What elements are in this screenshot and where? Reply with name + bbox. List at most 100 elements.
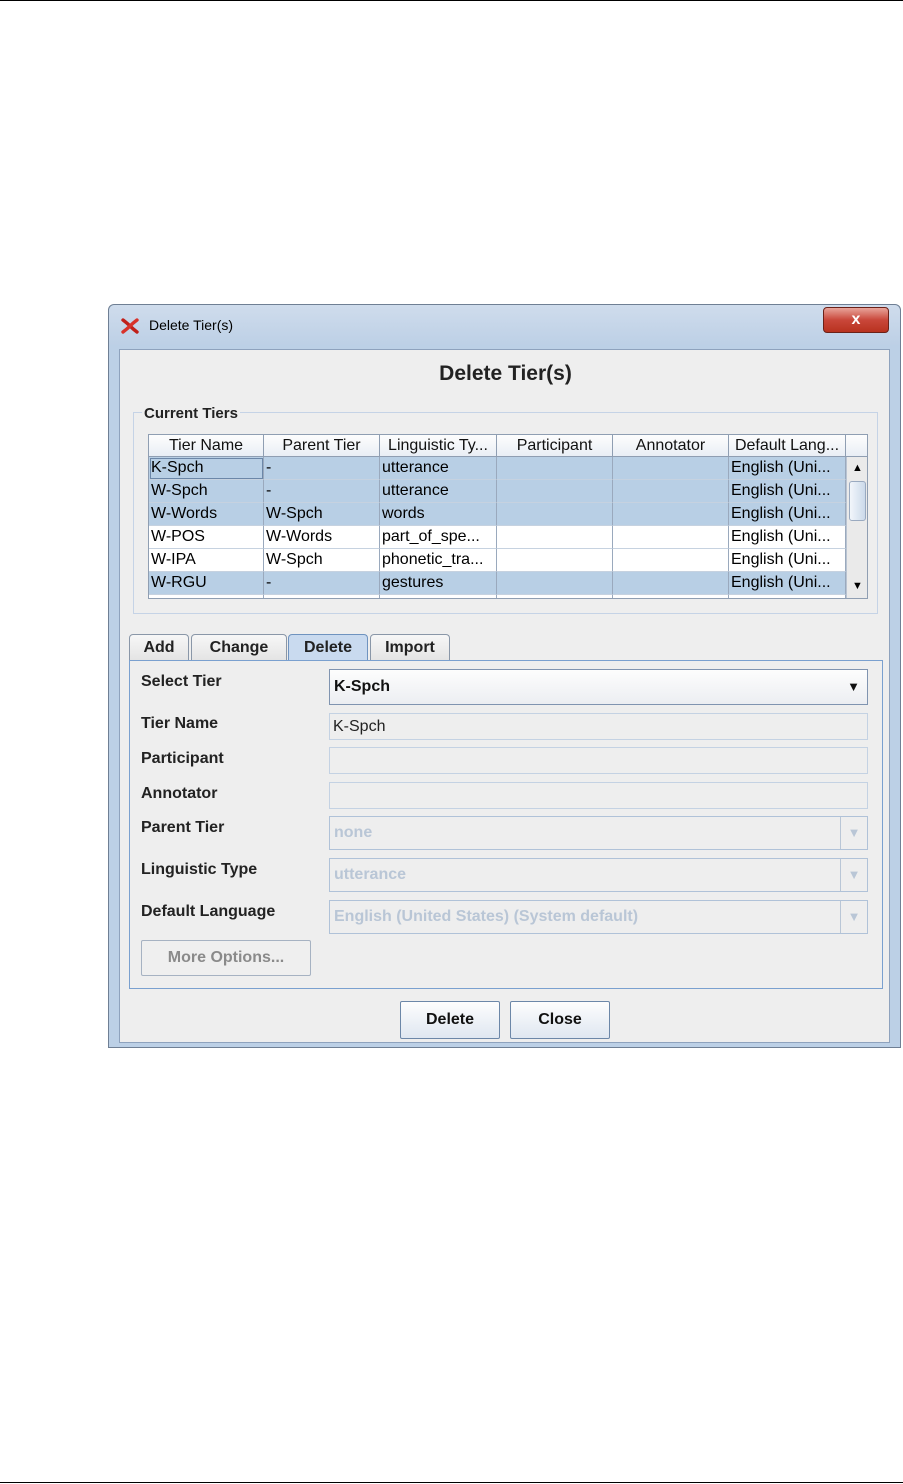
tab-delete[interactable]: Delete [288, 634, 368, 661]
scroll-up-icon[interactable]: ▲ [850, 461, 865, 476]
cell-parent-tier[interactable]: - [264, 457, 380, 480]
parent-tier-dropdown: none ▼ [329, 816, 868, 850]
cell-linguistic-type[interactable]: utterance [380, 480, 497, 503]
table-row[interactable]: W-RGphW-RGUgesture_phase English (Uni... [149, 595, 846, 598]
cell-linguistic-type[interactable]: gesture_phase [380, 595, 497, 598]
linguistic-type-value: utterance [334, 866, 407, 883]
default-language-dropdown: English (United States) (System default)… [329, 900, 868, 934]
cell-participant[interactable] [497, 549, 613, 572]
cell-annotator[interactable] [613, 595, 729, 598]
cell-parent-tier[interactable]: W-Spch [264, 503, 380, 526]
select-tier-value: K-Spch [334, 678, 390, 695]
annotator-label: Annotator [141, 785, 218, 802]
chevron-down-icon: ▼ [840, 817, 867, 849]
cell-tier-name[interactable]: W-Words [149, 503, 264, 526]
table-row[interactable]: W-RGU - gestures English (Uni... [149, 572, 846, 595]
close-button[interactable]: Close [510, 1001, 610, 1039]
tiers-table[interactable]: Tier Name Parent Tier Linguistic Ty... P… [148, 434, 868, 599]
cell-default-language[interactable]: English (Uni... [729, 526, 846, 549]
delete-button[interactable]: Delete [400, 1001, 500, 1039]
default-language-label: Default Language [141, 903, 276, 920]
scroll-down-icon[interactable]: ▼ [850, 579, 865, 594]
cell-participant[interactable] [497, 595, 613, 598]
chevron-down-icon[interactable]: ▼ [840, 670, 867, 704]
cell-participant[interactable] [497, 457, 613, 480]
participant-field [329, 747, 868, 774]
linguistic-type-dropdown: utterance ▼ [329, 858, 868, 892]
table-row[interactable]: K-Spch - utterance English (Uni... [149, 457, 846, 480]
tab-add[interactable]: Add [129, 634, 189, 660]
cell-parent-tier[interactable]: W-Spch [264, 549, 380, 572]
table-row[interactable]: W-Words W-Spch words English (Uni... [149, 503, 846, 526]
table-vertical-scrollbar[interactable]: ▲ ▼ [846, 457, 867, 598]
window-titlebar[interactable]: Delete Tier(s) x [109, 305, 900, 345]
column-header-tier-name[interactable]: Tier Name [149, 435, 264, 457]
cell-annotator[interactable] [613, 480, 729, 503]
column-header-linguistic-type[interactable]: Linguistic Ty... [380, 435, 497, 457]
column-header-participant[interactable]: Participant [497, 435, 613, 457]
cell-linguistic-type[interactable]: gestures [380, 572, 497, 595]
cell-annotator[interactable] [613, 457, 729, 480]
cell-parent-tier[interactable]: W-Words [264, 526, 380, 549]
cell-tier-name[interactable]: W-IPA [149, 549, 264, 572]
cell-tier-name[interactable]: W-POS [149, 526, 264, 549]
cell-annotator[interactable] [613, 503, 729, 526]
cell-tier-name[interactable]: K-Spch [149, 457, 264, 480]
tab-import[interactable]: Import [370, 634, 450, 660]
column-header-annotator[interactable]: Annotator [613, 435, 729, 457]
select-tier-dropdown[interactable]: K-Spch ▼ [329, 669, 868, 705]
cell-tier-name[interactable]: W-RGU [149, 572, 264, 595]
window-title: Delete Tier(s) [149, 317, 234, 333]
column-header-parent-tier[interactable]: Parent Tier [264, 435, 380, 457]
cell-default-language[interactable]: English (Uni... [729, 480, 846, 503]
close-icon[interactable]: x [823, 307, 889, 333]
tier-name-field: K-Spch [329, 713, 868, 740]
cell-default-language[interactable]: English (Uni... [729, 595, 846, 598]
cell-parent-tier[interactable]: - [264, 480, 380, 503]
column-header-default-language[interactable]: Default Lang... [729, 435, 846, 457]
tier-name-label: Tier Name [141, 715, 219, 732]
delete-tiers-window: Delete Tier(s) x Delete Tier(s) Current … [108, 304, 901, 1048]
parent-tier-value: none [334, 824, 373, 841]
table-row[interactable]: W-Spch - utterance English (Uni... [149, 480, 846, 503]
cell-linguistic-type[interactable]: part_of_spe... [380, 526, 497, 549]
column-header-corner [846, 435, 867, 457]
cell-annotator[interactable] [613, 526, 729, 549]
cell-tier-name[interactable]: W-Spch [149, 480, 264, 503]
cell-default-language[interactable]: English (Uni... [729, 457, 846, 480]
cell-linguistic-type[interactable]: words [380, 503, 497, 526]
cell-tier-name[interactable]: W-RGph [149, 595, 264, 598]
select-tier-label: Select Tier [141, 673, 222, 690]
cell-linguistic-type[interactable]: utterance [380, 457, 497, 480]
chevron-down-icon: ▼ [840, 901, 867, 933]
delete-tab-panel: Select Tier K-Spch ▼ Tier Name K-Spch Pa… [129, 660, 883, 989]
cell-participant[interactable] [497, 480, 613, 503]
cell-participant[interactable] [497, 526, 613, 549]
dialog-heading: Delete Tier(s) [439, 362, 572, 385]
current-tiers-legend: Current Tiers [142, 405, 240, 422]
scroll-thumb[interactable] [849, 481, 866, 521]
participant-label: Participant [141, 750, 224, 767]
cell-participant[interactable] [497, 503, 613, 526]
default-language-value: English (United States) (System default) [334, 908, 639, 925]
cell-parent-tier[interactable]: - [264, 572, 380, 595]
elan-app-icon [121, 317, 139, 335]
cell-annotator[interactable] [613, 549, 729, 572]
table-row[interactable]: W-IPA W-Spch phonetic_tra... English (Uni..… [149, 549, 846, 572]
cell-parent-tier[interactable]: W-RGU [264, 595, 380, 598]
tab-change[interactable]: Change [191, 634, 287, 660]
current-tiers-group: Current Tiers Tier Name Parent Tier Ling… [133, 405, 878, 614]
cell-participant[interactable] [497, 572, 613, 595]
cell-linguistic-type[interactable]: phonetic_tra... [380, 549, 497, 572]
cell-default-language[interactable]: English (Uni... [729, 503, 846, 526]
chevron-down-icon: ▼ [840, 859, 867, 891]
cell-default-language[interactable]: English (Uni... [729, 572, 846, 595]
table-row[interactable]: W-POS W-Words part_of_spe... English (Uni..… [149, 526, 846, 549]
page-bottom-rule [0, 1482, 903, 1483]
more-options-button: More Options... [141, 940, 311, 976]
annotator-field [329, 782, 868, 809]
page-top-rule [0, 0, 903, 1]
dialog-client-area: Delete Tier(s) Current Tiers Tier Name P… [119, 349, 890, 1043]
cell-default-language[interactable]: English (Uni... [729, 549, 846, 572]
cell-annotator[interactable] [613, 572, 729, 595]
